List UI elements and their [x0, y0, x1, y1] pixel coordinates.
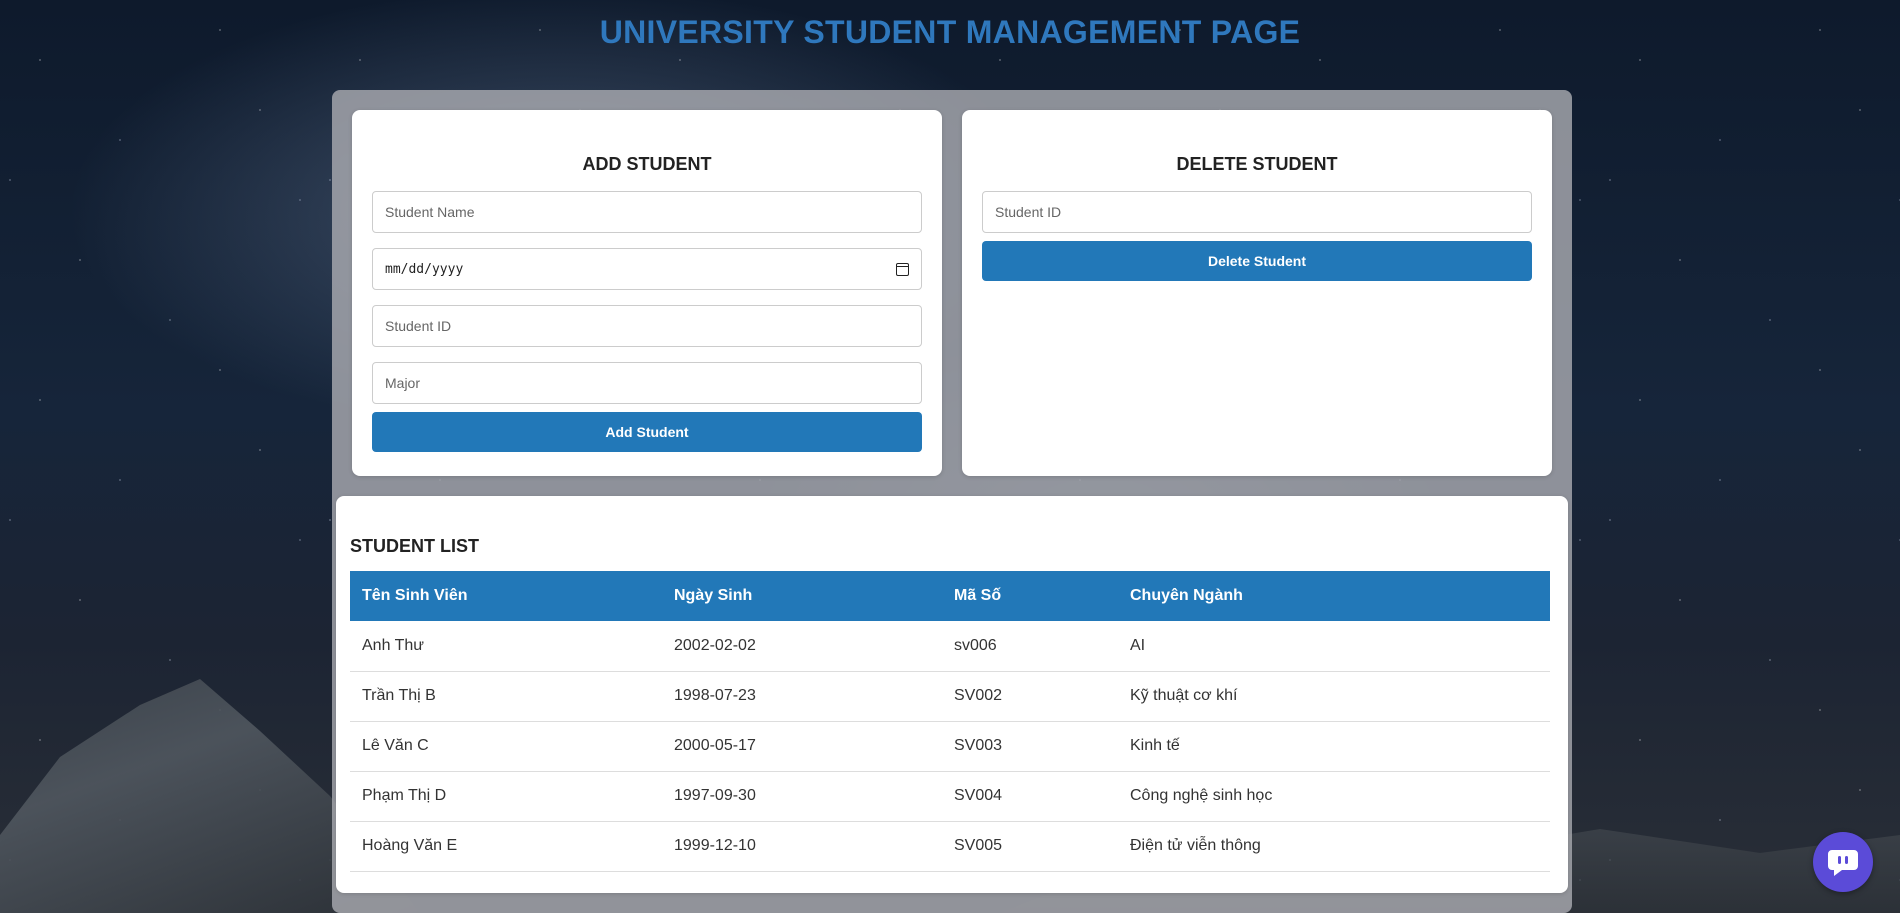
- column-header-dob: Ngày Sinh: [674, 587, 753, 604]
- cell-dob: 1997-09-30: [662, 771, 942, 822]
- cell-dob: 2000-05-17: [662, 721, 942, 772]
- delete-student-card: DELETE STUDENT Delete Student: [962, 110, 1552, 476]
- date-of-birth-input[interactable]: mm/dd/yyyy: [372, 248, 922, 290]
- cell-major: Kinh tế: [1118, 721, 1550, 772]
- cell-major: Kỹ thuật cơ khí: [1118, 671, 1550, 722]
- add-student-button[interactable]: Add Student: [372, 412, 922, 452]
- student-id-input[interactable]: [372, 305, 922, 347]
- cell-name: Phạm Thị D: [350, 771, 662, 822]
- cell-id: SV004: [942, 771, 1118, 822]
- date-placeholder-text: mm/dd/yyyy: [385, 261, 464, 277]
- major-input[interactable]: [372, 362, 922, 404]
- cell-dob: 1998-07-23: [662, 671, 942, 722]
- student-table: Tên Sinh Viên Ngày Sinh Mã Số Chuyên Ngà…: [350, 571, 1550, 872]
- cell-dob: 2002-02-02: [662, 621, 942, 672]
- add-student-heading: ADD STUDENT: [582, 154, 712, 174]
- cell-name: Lê Văn C: [350, 721, 662, 772]
- table-header-row: Tên Sinh Viên Ngày Sinh Mã Số Chuyên Ngà…: [350, 571, 1550, 621]
- cell-name: Anh Thư: [350, 621, 662, 672]
- delete-student-id-input[interactable]: [982, 191, 1532, 233]
- cell-id: SV003: [942, 721, 1118, 772]
- student-list-card: STUDENT LIST Tên Sinh Viên Ngày Sinh Mã …: [336, 496, 1568, 893]
- chat-icon: [1828, 850, 1858, 876]
- delete-student-button[interactable]: Delete Student: [982, 241, 1532, 281]
- cell-id: SV005: [942, 821, 1118, 872]
- cell-id: SV002: [942, 671, 1118, 722]
- student-list-heading: STUDENT LIST: [350, 536, 479, 556]
- add-student-card: ADD STUDENT mm/dd/yyyy Add Student: [352, 110, 942, 476]
- table-row: Anh Thư 2002-02-02 sv006 AI: [350, 621, 1550, 672]
- cell-name: Hoàng Văn E: [350, 821, 662, 872]
- table-row: Phạm Thị D 1997-09-30 SV004 Công nghệ si…: [350, 771, 1550, 822]
- column-header-major: Chuyên Ngành: [1130, 587, 1243, 604]
- cell-id: sv006: [942, 621, 1118, 672]
- student-name-input[interactable]: [372, 191, 922, 233]
- column-header-id: Mã Số: [954, 587, 1002, 604]
- delete-student-heading: DELETE STUDENT: [1176, 154, 1338, 174]
- chat-widget-button[interactable]: [1813, 832, 1873, 892]
- page-title: UNIVERSITY STUDENT MANAGEMENT PAGE: [599, 14, 1301, 50]
- cell-major: Công nghệ sinh học: [1118, 771, 1550, 822]
- cell-dob: 1999-12-10: [662, 821, 942, 872]
- cell-name: Trần Thị B: [350, 671, 662, 722]
- cell-major: Điện tử viễn thông: [1118, 821, 1550, 872]
- table-row: Trần Thị B 1998-07-23 SV002 Kỹ thuật cơ …: [350, 671, 1550, 722]
- main-panel: ADD STUDENT mm/dd/yyyy Add Student DELET…: [332, 90, 1572, 913]
- calendar-icon[interactable]: [896, 262, 909, 276]
- table-row: Hoàng Văn E 1999-12-10 SV005 Điện tử viễ…: [350, 821, 1550, 872]
- cell-major: AI: [1118, 621, 1550, 672]
- column-header-name: Tên Sinh Viên: [362, 587, 468, 604]
- table-row: Lê Văn C 2000-05-17 SV003 Kinh tế: [350, 721, 1550, 772]
